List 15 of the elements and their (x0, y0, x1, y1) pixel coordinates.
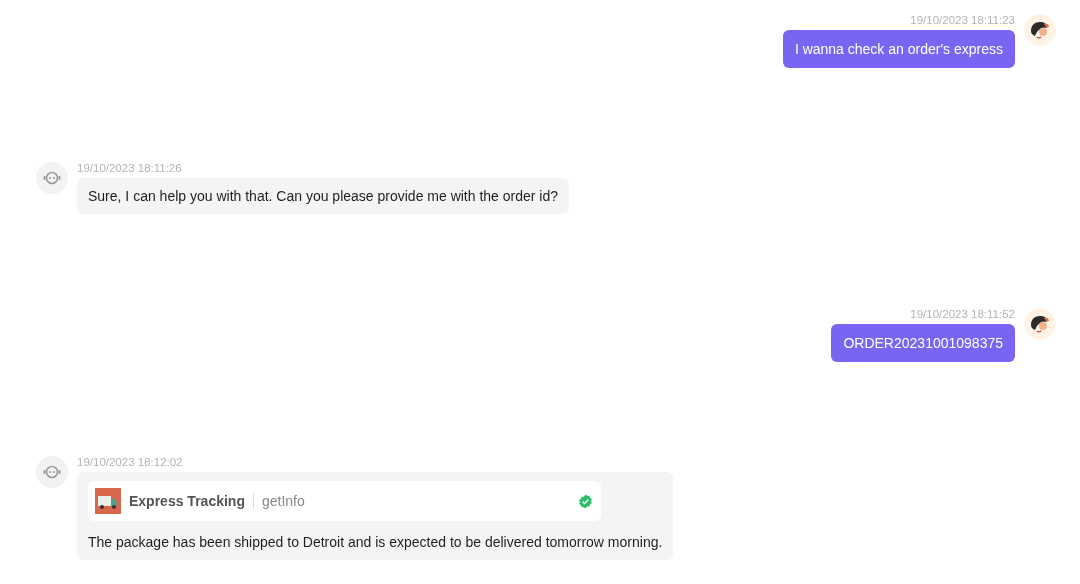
truck-icon (95, 488, 121, 514)
tool-name: Express Tracking (129, 492, 245, 510)
message-bubble: I wanna check an order's express (782, 30, 1015, 68)
user-avatar-icon (1024, 308, 1056, 340)
bot-avatar-icon (36, 456, 68, 488)
tool-method: getInfo (261, 492, 305, 510)
timestamp: 19/10/2023 18:12:02 (77, 455, 183, 469)
user-avatar-icon (1024, 14, 1056, 46)
timestamp: 19/10/2023 18:11:26 (77, 161, 182, 175)
timestamp: 19/10/2023 18:11:52 (910, 307, 1015, 321)
message-bubble: Sure, I can help you with that. Can you please provide me with the order id? (77, 178, 570, 214)
bot-avatar-icon (36, 162, 68, 194)
message-text: The package has been shipped to Detroit and is expected to be delivered tomorrow morning. (88, 533, 663, 551)
message-bubble: ORDER20231001098375 (831, 324, 1015, 362)
timestamp: 19/10/2023 18:11:23 (910, 13, 1015, 27)
